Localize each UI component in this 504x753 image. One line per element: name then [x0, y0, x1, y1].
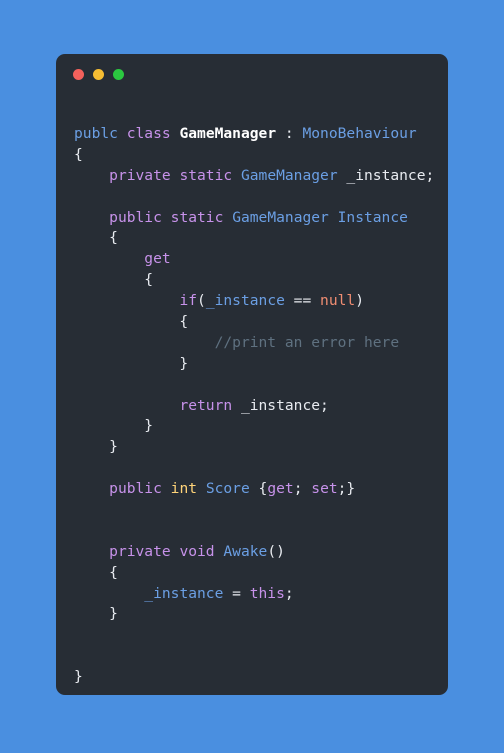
- window-titlebar[interactable]: [56, 54, 448, 94]
- code-line: }: [74, 437, 448, 458]
- code-token: ==: [284, 292, 321, 310]
- code-token: if: [179, 292, 198, 310]
- code-line: //print an error here: [74, 333, 448, 354]
- code-line: return _instance;: [74, 396, 448, 417]
- code-line: _instance = this;: [74, 584, 448, 605]
- code-token: GameManager Instance: [232, 208, 408, 226]
- code-token: MonoBehaviour: [302, 125, 417, 142]
- code-token: _instance: [240, 396, 321, 414]
- code-line: public static GameManager Instance: [74, 208, 448, 229]
- code-token: //print an error here: [214, 333, 400, 351]
- code-token: Score: [205, 480, 250, 498]
- code-token: {: [74, 271, 154, 289]
- code-line: {: [74, 145, 448, 166]
- code-token: ;: [293, 480, 312, 498]
- minimize-window-button[interactable]: [93, 68, 104, 80]
- code-block[interactable]: publc class GameManager : MonoBehaviour{…: [56, 94, 448, 688]
- code-line: private void Awake(): [74, 542, 448, 563]
- zoom-window-button[interactable]: [113, 68, 124, 80]
- code-token: ;: [320, 396, 329, 414]
- code-token: {: [74, 145, 83, 163]
- code-line: }: [74, 667, 448, 688]
- code-line: {: [74, 270, 448, 291]
- code-token: =: [223, 584, 250, 602]
- close-window-button[interactable]: [73, 68, 84, 80]
- code-token: }: [74, 438, 118, 456]
- code-token: _instance: [205, 292, 285, 310]
- code-line: }: [74, 416, 448, 437]
- code-line: publc class GameManager : MonoBehaviour: [74, 124, 448, 145]
- code-token: publc: [74, 125, 118, 142]
- code-token: ;: [284, 584, 294, 602]
- code-line: }: [74, 604, 448, 625]
- code-line: if(_instance == null): [74, 291, 448, 312]
- code-token: {: [74, 313, 189, 331]
- code-token: this: [249, 584, 285, 602]
- code-token: return: [179, 396, 233, 414]
- code-token: {: [249, 480, 268, 498]
- code-snippet-window: publc class GameManager : MonoBehaviour{…: [56, 54, 448, 695]
- code-token: }: [74, 417, 154, 435]
- code-token: ;: [425, 166, 435, 184]
- code-token: GameManager: [179, 125, 277, 142]
- code-token: set: [311, 480, 338, 498]
- code-token: get: [267, 480, 294, 498]
- code-token: _instance: [144, 584, 224, 602]
- code-token: public static: [109, 208, 224, 226]
- code-token: (: [197, 292, 206, 310]
- code-line: get: [74, 249, 448, 270]
- code-token: (): [267, 542, 285, 560]
- code-token: {: [74, 229, 118, 247]
- code-token: }: [74, 605, 118, 623]
- code-line: {: [74, 563, 448, 584]
- code-line: }: [74, 354, 448, 375]
- code-token: ;}: [337, 480, 356, 498]
- code-token: _instance: [346, 166, 426, 184]
- screenshot-stage: publc class GameManager : MonoBehaviour{…: [0, 0, 504, 753]
- code-token: GameManager: [240, 166, 338, 184]
- code-token: int: [170, 480, 198, 498]
- code-token: null: [320, 292, 356, 310]
- code-token: get: [144, 250, 171, 268]
- code-token: {: [74, 563, 118, 581]
- code-token: private static: [109, 166, 233, 184]
- code-token: private void: [109, 542, 215, 560]
- code-token: class: [126, 125, 171, 142]
- code-token: }: [74, 354, 189, 372]
- code-line: private static GameManager _instance;: [74, 166, 448, 187]
- code-token: public: [109, 480, 162, 498]
- code-line: public int Score {get; set;}: [74, 479, 448, 500]
- code-token: Awake: [223, 542, 268, 560]
- code-token: ): [355, 292, 364, 310]
- code-token: }: [74, 668, 83, 686]
- code-line: {: [74, 228, 448, 249]
- code-line: {: [74, 312, 448, 333]
- code-token: :: [276, 125, 303, 142]
